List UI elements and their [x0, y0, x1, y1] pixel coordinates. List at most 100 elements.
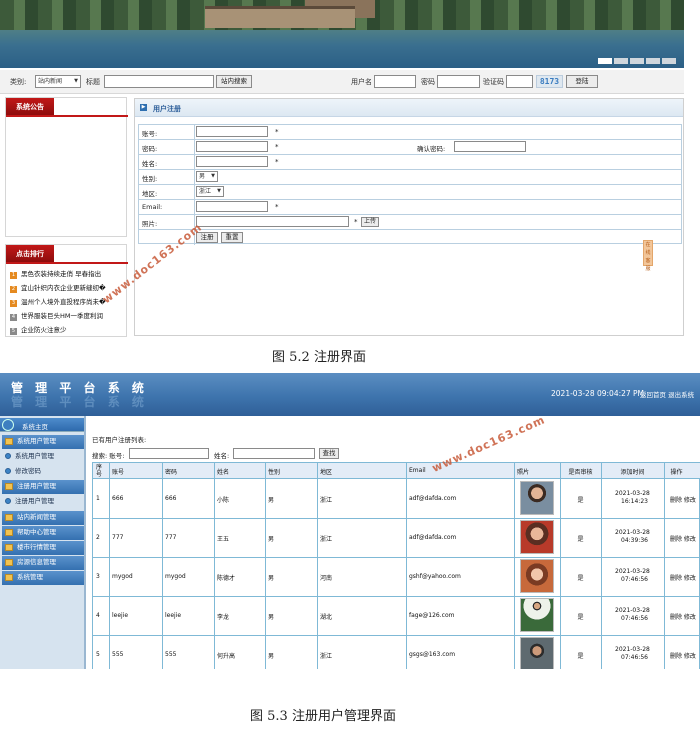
table-cell: 王五 — [217, 536, 230, 543]
register-header: ▶ 用户注册 — [135, 99, 683, 117]
table-cell: 666 — [165, 495, 177, 502]
required-mark: * — [354, 218, 358, 226]
nav-subitem[interactable]: 系统用户管理 — [2, 450, 84, 464]
ranking-item[interactable]: 1 黑色衣装持续走俏 早春指出 — [10, 268, 101, 279]
table-cell: 是 — [577, 575, 584, 582]
search-name-input[interactable] — [233, 448, 315, 459]
nav-item[interactable]: 楼市行情管理 — [2, 541, 84, 555]
nav-item-label: 系统用户管理 — [17, 437, 56, 445]
row-divider — [93, 518, 700, 519]
nav-item[interactable]: 系统用户管理 — [2, 435, 84, 449]
row-actions[interactable]: 删除 修改 — [670, 495, 696, 504]
column-header: 账号 — [112, 469, 125, 476]
photo-input[interactable] — [196, 216, 349, 227]
ranking-divider — [6, 262, 128, 264]
password-input[interactable] — [196, 141, 268, 152]
nav-subitem[interactable]: 注册用户管理 — [2, 495, 84, 509]
table-cell: 李龙 — [217, 614, 230, 621]
ranking-item[interactable]: 2 宜山针织内衣企业更新缝纫� — [10, 282, 106, 293]
search-login-bar: 类别: 站内新闻 标题 站内搜索 用户名 密码 验证码 8173 登陆 — [0, 70, 684, 94]
column-divider — [406, 463, 407, 669]
left-navigation: 系统主页 系统用户管理 系统用户管理 修改密码 注册用户管理 注册用户管理 站内… — [0, 416, 86, 669]
nav-item-label: 注册用户管理 — [15, 497, 54, 505]
nav-item-label: 楼市行情管理 — [17, 543, 56, 551]
nav-item[interactable]: 注册用户管理 — [2, 480, 84, 494]
title-input[interactable] — [104, 75, 214, 88]
table-cell: mygod — [112, 573, 133, 580]
table-cell: 是 — [577, 497, 584, 504]
slide-dot[interactable] — [598, 58, 612, 64]
added-date: 2021-03-28 — [615, 568, 650, 575]
banner-slide-controls[interactable] — [598, 58, 676, 64]
notice-box: 系统公告 — [5, 97, 128, 237]
header-links[interactable]: 返回首页 退出系统 — [640, 389, 694, 399]
upload-button[interactable]: 上传 — [361, 217, 379, 227]
user-photo — [520, 520, 554, 554]
notice-divider — [6, 115, 128, 117]
region-select[interactable]: 浙江 — [196, 186, 224, 197]
account-label: 账号: — [142, 130, 158, 138]
ranking-item[interactable]: 3 温州个人境外直投程序尚未� — [10, 296, 106, 307]
gender-select[interactable]: 男 — [196, 171, 218, 182]
reset-button[interactable]: 重置 — [221, 232, 243, 243]
password-input[interactable] — [437, 75, 480, 88]
folder-icon — [5, 528, 13, 536]
slide-dot[interactable] — [630, 58, 644, 64]
arrow-icon: ▶ — [140, 104, 147, 111]
slide-dot[interactable] — [662, 58, 676, 64]
nav-subitem[interactable]: 修改密码 — [2, 465, 84, 479]
category-select[interactable]: 站内新闻 — [35, 75, 81, 88]
column-divider — [162, 463, 163, 669]
nav-home[interactable]: 系统主页 — [0, 418, 84, 432]
admin-header: 管 理 平 台 系 统 管 理 平 台 系 统 2021-03-28 09:04… — [0, 373, 700, 416]
find-button[interactable]: 查找 — [319, 448, 339, 459]
column-header: 添加时间 — [620, 469, 645, 476]
nav-item[interactable]: 房源信息管理 — [2, 556, 84, 570]
site-search-button[interactable]: 站内搜索 — [216, 75, 252, 88]
search-account-input[interactable] — [129, 448, 209, 459]
column-divider — [514, 463, 515, 669]
email-input[interactable] — [196, 201, 268, 212]
name-input[interactable] — [196, 156, 268, 167]
account-input[interactable] — [196, 126, 268, 137]
username-input[interactable] — [374, 75, 416, 88]
nav-item[interactable]: 系统管理 — [2, 571, 84, 585]
table-cell: 是 — [577, 536, 584, 543]
row-actions[interactable]: 删除 修改 — [670, 612, 696, 621]
service-badge[interactable]: 在线客服 — [643, 240, 653, 272]
table-cell: 777 — [112, 534, 124, 541]
ranking-item[interactable]: 5 企业防火注意少 — [10, 324, 67, 335]
column-divider — [317, 463, 318, 669]
captcha-image[interactable]: 8173 — [536, 75, 563, 88]
login-button[interactable]: 登陆 — [566, 75, 598, 88]
row-actions[interactable]: 删除 修改 — [670, 534, 696, 543]
banner-house — [205, 6, 355, 28]
form-row-email: Email: * — [139, 200, 681, 215]
required-mark: * — [275, 128, 279, 136]
form-row-actions: 注册 重置 — [139, 230, 681, 245]
nav-item[interactable]: 帮助中心管理 — [2, 526, 84, 540]
ranking-item[interactable]: 4 世界服装巨头HM一季度利润 — [10, 310, 103, 321]
register-panel: ▶ 用户注册 账号: * 密码: * 确认密码: 姓名: * 性别: 男 ▼ 地… — [134, 98, 684, 336]
user-photo — [520, 481, 554, 515]
column-divider — [214, 463, 215, 669]
added-date: 2021-03-28 — [615, 529, 650, 536]
cell-divider — [194, 200, 195, 215]
table-cell: gsgs@163.com — [409, 651, 456, 658]
column-header: 照片 — [517, 469, 530, 476]
table-cell: 男 — [268, 614, 275, 621]
row-actions[interactable]: 删除 修改 — [670, 573, 696, 582]
folder-icon — [5, 482, 13, 490]
nav-item[interactable]: 站内新闻管理 — [2, 511, 84, 525]
form-row-region: 地区: 浙江 — [139, 185, 681, 200]
slide-dot[interactable] — [614, 58, 628, 64]
captcha-input[interactable] — [506, 75, 533, 88]
confirm-password-input[interactable] — [454, 141, 526, 152]
column-divider — [601, 463, 602, 669]
nav-home-label: 系统主页 — [22, 423, 48, 431]
column-divider — [109, 463, 110, 669]
row-actions[interactable]: 删除 修改 — [670, 651, 696, 660]
table-cell: 男 — [268, 536, 275, 543]
slide-dot[interactable] — [646, 58, 660, 64]
column-header: 序号 — [96, 464, 103, 478]
